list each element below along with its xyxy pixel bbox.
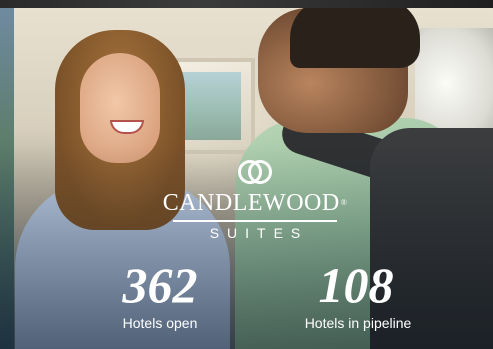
top-strip xyxy=(0,0,493,8)
hotels-open-count: 362 xyxy=(122,257,198,313)
hotels-pipeline-count: 108 xyxy=(318,257,394,313)
brand-name: CANDLEWOOD® xyxy=(120,191,390,215)
hotels-open-label: Hotels open xyxy=(122,315,198,331)
brand-divider xyxy=(173,220,337,222)
brand-subtitle: SUITES xyxy=(209,225,309,241)
brand-name-text: CANDLEWOOD xyxy=(162,190,340,216)
hotels-pipeline-label: Hotels in pipeline xyxy=(304,315,412,331)
registered-mark: ® xyxy=(340,198,348,207)
candlewood-interlocking-rings-icon xyxy=(238,160,272,184)
